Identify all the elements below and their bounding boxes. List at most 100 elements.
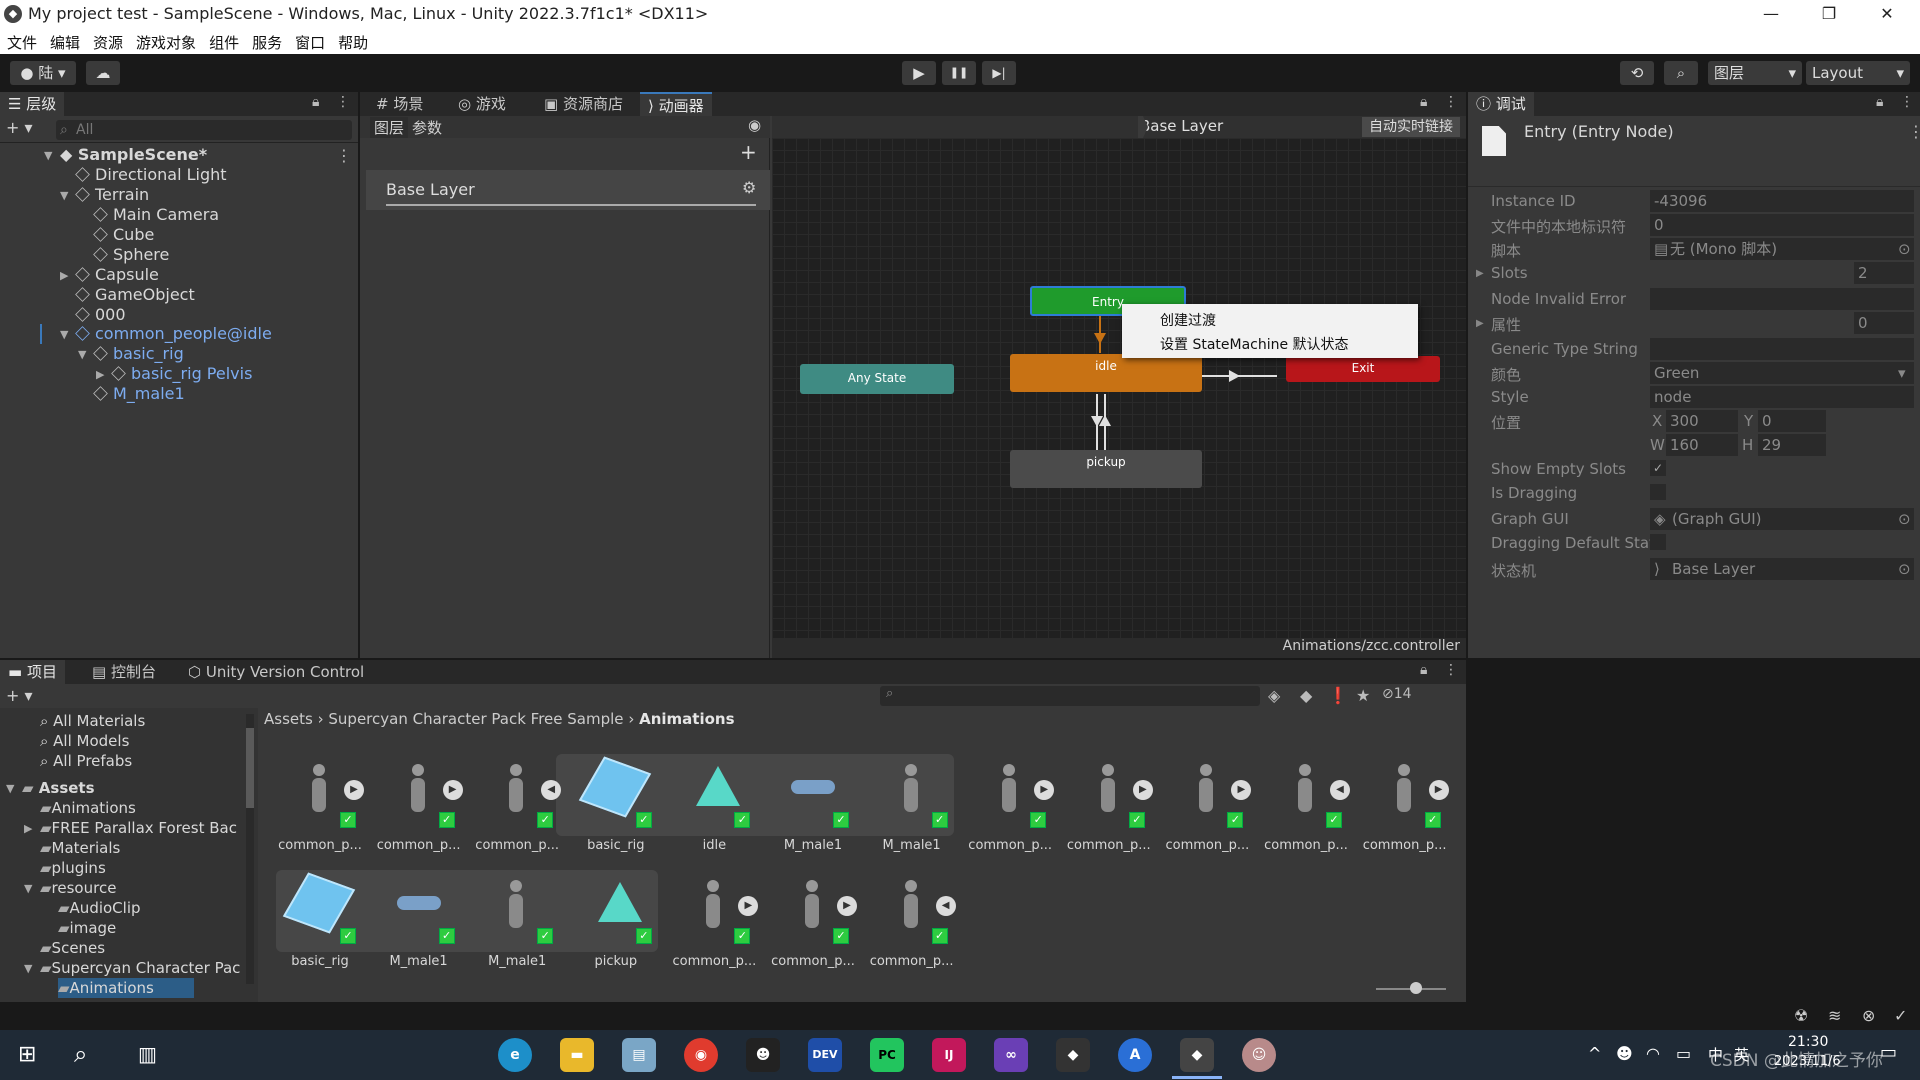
add-layer-button[interactable]: +: [740, 140, 757, 164]
asset-item[interactable]: ✓ idle: [675, 754, 753, 853]
asset-item[interactable]: ✓ basic_rig: [281, 870, 359, 969]
more-icon[interactable]: ⋮: [1444, 662, 1458, 678]
cloud-icon[interactable]: ☁: [86, 61, 120, 85]
visual-studio-icon[interactable]: ∞: [994, 1038, 1028, 1072]
folder-item[interactable]: ▰plugins: [40, 858, 106, 878]
layers-dropdown[interactable]: 图层 ▾: [1708, 61, 1802, 85]
folder-item[interactable]: ▰Supercyan Character Pac: [40, 958, 240, 978]
tab-animator[interactable]: ⟩ 动画器: [640, 92, 712, 116]
expand-arrow-icon[interactable]: ▼: [24, 962, 32, 975]
battery-icon[interactable]: ▭: [1676, 1044, 1691, 1063]
more-icon[interactable]: ⋮: [1908, 122, 1920, 141]
object-picker-icon[interactable]: ⊙: [1898, 238, 1911, 260]
asset-item[interactable]: ✓ ◀ common_p...: [475, 754, 562, 853]
asset-item[interactable]: ✓ M_male1: [380, 870, 458, 969]
tree-scrollbar[interactable]: [246, 714, 254, 984]
scene-menu-icon[interactable]: ⋮: [336, 146, 352, 165]
expand-arrow-icon[interactable]: ▼: [24, 882, 32, 895]
files-icon[interactable]: ▤: [622, 1038, 656, 1072]
favorite-item[interactable]: ⌕ All Materials: [40, 711, 145, 731]
asset-item[interactable]: ✓ ▶ common_p...: [968, 754, 1055, 853]
breadcrumb-item[interactable]: Animations: [639, 710, 734, 728]
file-explorer-icon[interactable]: ▬: [560, 1038, 594, 1072]
layer-weight-slider[interactable]: [386, 204, 756, 206]
expand-asset-icon[interactable]: ▶: [837, 896, 857, 916]
expand-arrow-icon[interactable]: ▼: [60, 328, 68, 341]
layer-item-base[interactable]: Base Layer ⚙: [366, 170, 770, 210]
hidden-count[interactable]: ⊘14: [1382, 686, 1412, 702]
menu-component[interactable]: 组件: [202, 30, 245, 53]
asset-item[interactable]: ✓ ▶ common_p...: [1067, 754, 1153, 853]
animator-graph[interactable]: Entry Any State idle Exit pickup: [772, 138, 1466, 638]
add-button[interactable]: + ▾: [6, 118, 33, 137]
maximize-button[interactable]: ❐: [1800, 0, 1858, 30]
expand-arrow-icon[interactable]: ▼: [6, 782, 14, 795]
history-icon[interactable]: ⟲: [1620, 61, 1654, 85]
menu-edit[interactable]: 编辑: [43, 30, 86, 53]
hierarchy-item[interactable]: M_male1: [93, 384, 185, 404]
expand-arrow-icon[interactable]: ▶: [1476, 268, 1484, 279]
folder-item[interactable]: ▰resource: [40, 878, 116, 898]
auto-live-link-button[interactable]: 自动实时链接: [1362, 117, 1460, 137]
hierarchy-item[interactable]: common_people@idle: [75, 324, 272, 344]
layers-icon[interactable]: ≋: [1828, 1006, 1841, 1025]
expand-arrow-icon[interactable]: ▼: [44, 149, 52, 162]
folder-item[interactable]: ▰AudioClip: [58, 898, 141, 918]
hierarchy-item[interactable]: Capsule: [75, 265, 159, 285]
search-icon[interactable]: ⌕: [74, 1040, 87, 1068]
menu-window[interactable]: 窗口: [288, 30, 331, 53]
asset-item[interactable]: ✓ ▶ common_p...: [771, 870, 857, 969]
wifi-icon[interactable]: ◠: [1646, 1044, 1660, 1063]
qq-tray-icon[interactable]: ☻: [1616, 1044, 1633, 1063]
devcpp-icon[interactable]: DEV: [808, 1038, 842, 1072]
menu-item-set-default-state[interactable]: 设置 StateMachine 默认状态: [1160, 334, 1349, 354]
menu-help[interactable]: 帮助: [331, 30, 374, 53]
task-view-icon[interactable]: ▥: [138, 1042, 157, 1066]
pickup-node[interactable]: pickup: [1010, 450, 1202, 488]
star-icon[interactable]: ★: [1356, 686, 1370, 705]
notification-icon[interactable]: ▭: [1880, 1042, 1897, 1063]
script-field[interactable]: ▤ 无 (Mono 脚本) ⊙: [1650, 238, 1914, 260]
avatar[interactable]: ☺: [1242, 1038, 1276, 1072]
menu-assets[interactable]: 资源: [86, 30, 129, 53]
unity-hub-icon[interactable]: ◆: [1056, 1038, 1090, 1072]
exit-node[interactable]: Exit: [1286, 356, 1440, 382]
expand-arrow-icon[interactable]: ▼: [60, 189, 68, 202]
menu-services[interactable]: 服务: [245, 30, 288, 53]
expand-asset-icon[interactable]: ▶: [344, 780, 364, 800]
folder-item[interactable]: ▰Materials: [40, 838, 120, 858]
lock-icon[interactable]: 🔒︎: [312, 94, 319, 110]
expand-asset-icon[interactable]: ▶: [442, 780, 463, 800]
hierarchy-item[interactable]: basic_rig Pelvis: [111, 364, 252, 384]
more-icon[interactable]: ⋮: [1444, 94, 1458, 110]
more-icon[interactable]: ⋮: [336, 94, 350, 110]
intellij-icon[interactable]: IJ: [932, 1038, 966, 1072]
color-dropdown[interactable]: Green ▾: [1650, 362, 1914, 384]
object-picker-icon[interactable]: ⊙: [1898, 558, 1911, 580]
show-empty-slots-checkbox[interactable]: ✓: [1650, 460, 1666, 476]
breadcrumb[interactable]: Base Layer: [1140, 117, 1223, 135]
idle-node[interactable]: idle: [1010, 354, 1202, 392]
folder-item[interactable]: ▰ Assets: [22, 778, 95, 798]
chevron-up-icon[interactable]: ^: [1588, 1044, 1601, 1063]
asset-item[interactable]: ✓ ▶ common_p...: [1363, 754, 1449, 853]
menu-gameobject[interactable]: 游戏对象: [129, 30, 202, 53]
breadcrumb-item[interactable]: Assets: [264, 710, 313, 728]
expand-arrow-icon[interactable]: ▶: [96, 368, 104, 381]
hierarchy-item[interactable]: Terrain: [75, 185, 149, 205]
tree-scrollbar-thumb[interactable]: [246, 728, 254, 808]
hierarchy-item[interactable]: Sphere: [93, 245, 169, 265]
hierarchy-item[interactable]: 000: [75, 305, 126, 325]
tab-project[interactable]: ▬ 项目: [0, 660, 65, 684]
minimize-button[interactable]: —: [1742, 0, 1800, 30]
menu-file[interactable]: 文件: [0, 30, 43, 53]
network-icon[interactable]: ⊗: [1862, 1006, 1875, 1025]
tab-debug[interactable]: ⓘ 调试: [1468, 92, 1534, 116]
expand-arrow-icon[interactable]: ▶: [24, 822, 32, 835]
status-check-icon[interactable]: ✓: [1894, 1006, 1907, 1025]
qq-icon[interactable]: ☻: [746, 1038, 780, 1072]
folder-item[interactable]: ▰FREE Parallax Forest Bac: [40, 818, 237, 838]
hierarchy-item[interactable]: GameObject: [75, 285, 195, 305]
hierarchy-item[interactable]: Main Camera: [93, 205, 219, 225]
folder-item-selected[interactable]: ▰Animations: [58, 978, 194, 998]
